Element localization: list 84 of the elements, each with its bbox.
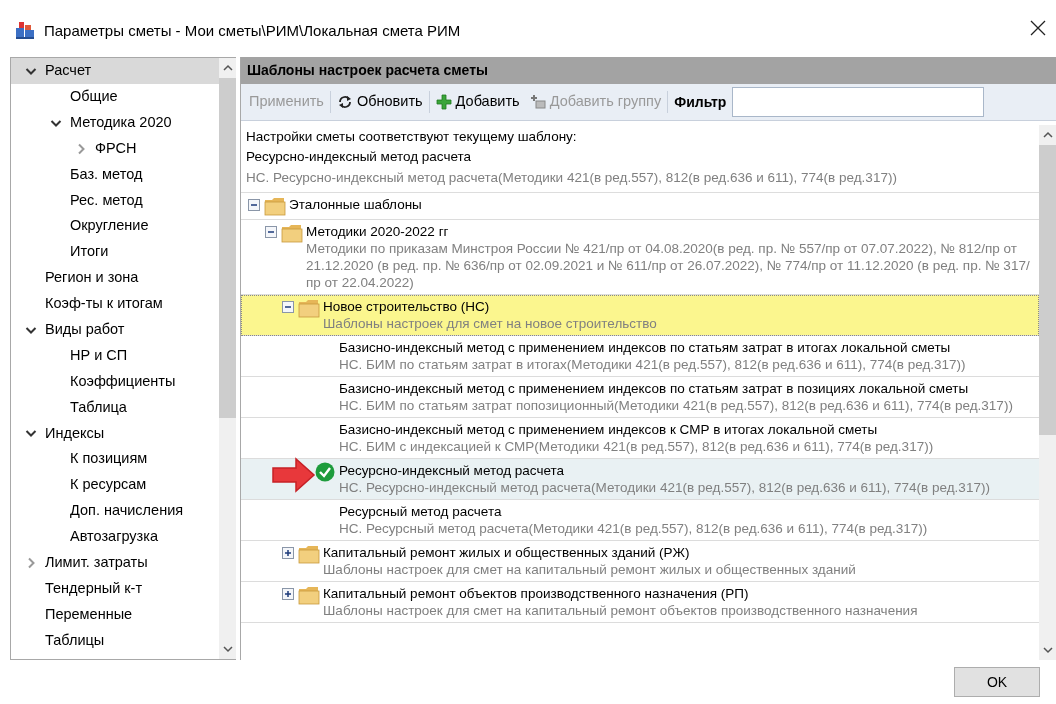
scrollbar-thumb[interactable] (219, 78, 236, 418)
tree-row[interactable]: Ресурсно-индексный метод расчета НС. Ресурсно-индексный метод расчета(Методики 421(в ред.557), 812(в ред.636 и 611), 774(в ред.317)) (241, 458, 1039, 500)
expand-icon[interactable] (282, 587, 294, 600)
sidebar-item[interactable]: Коэф-ты к итогам (11, 291, 219, 317)
add-group-icon (529, 94, 546, 110)
tree-row[interactable]: Новое строительство (НС) Шаблоны настроек для смет на новое строительство (241, 294, 1039, 336)
template-title: Ресурсно-индексный метод расчета (246, 148, 473, 167)
row-title: Базисно-индексный метод с применением индексов по статьям затрат в итогах локальной сметы (339, 338, 952, 356)
sidebar-item[interactable]: Расчет (11, 58, 219, 84)
tree-row[interactable]: Эталонные шаблоны (241, 192, 1039, 220)
sidebar-item[interactable]: К ресурсам (11, 472, 219, 499)
sidebar-item[interactable]: ФРСН (11, 135, 219, 162)
tree-scrollbar[interactable] (1039, 125, 1056, 660)
sidebar-item[interactable]: Виды работ (11, 316, 219, 343)
collapse-icon[interactable] (265, 225, 277, 238)
row-title: Базисно-индексный метод с применением индексов к СМР в итогах локальной сметы (339, 420, 879, 438)
sidebar-item[interactable]: Регион и зона (11, 265, 219, 291)
filter-field[interactable] (732, 87, 985, 117)
tree-row[interactable]: Капитальный ремонт жилых и общественных зданий (РЖ) Шаблоны настроек для смет на капитальный ремонт жилых и общественных зданий (241, 540, 1039, 582)
sidebar-item[interactable]: К позициям (11, 446, 219, 473)
folder-icon (298, 297, 320, 318)
folder-icon (298, 584, 320, 605)
sidebar-item[interactable]: Таблица (11, 394, 219, 421)
ok-button[interactable]: OK (954, 667, 1040, 697)
folder-icon (281, 222, 303, 243)
sidebar-item[interactable]: Переменные (11, 601, 219, 628)
status-text: Настройки сметы соответствуют текущему шаблону: (246, 128, 578, 146)
sidebar-item[interactable]: Итоги (11, 239, 219, 266)
app-icon (14, 20, 36, 40)
tree-row[interactable]: Капитальный ремонт объектов производственного назначения (РП) Шаблоны настроек для смет на капитальный ремонт объектов производственного назначения (241, 581, 1039, 623)
sidebar-item[interactable]: НР и СП (11, 342, 219, 369)
sidebar-scrollbar[interactable] (219, 58, 236, 659)
row-description: НС. БИМ по статьям затрат в итогах(Методики 421(в ред.557), 812(в ред.636 и 611), 774(в ред.317)) (339, 355, 966, 373)
row-title: Методики 2020-2022 гг (306, 222, 450, 240)
panel-header: Шаблоны настроек расчета сметы (241, 57, 1056, 84)
window-title: Параметры сметы - Мои сметы\РИМ\Локальная смета РИМ (44, 21, 461, 41)
row-description: Шаблоны настроек для смет на новое строительство (323, 314, 657, 332)
scrollbar-thumb[interactable] (1039, 145, 1056, 435)
sidebar-item[interactable]: Доп. начисления (11, 498, 219, 525)
sidebar-item[interactable]: Округление (11, 213, 219, 240)
tree-row[interactable]: Ресурсный метод расчета НС. Ресурсный метод расчета(Методики 421(в ред.557), 812(в ред.636 и 611), 774(в ред.317)) (241, 499, 1039, 541)
pointer-arrow-icon (272, 456, 316, 493)
scroll-down-icon[interactable] (221, 643, 234, 655)
row-title: Капитальный ремонт жилых и общественных зданий (РЖ) (323, 543, 691, 561)
row-title: Ресурсно-индексный метод расчета (339, 461, 566, 479)
sidebar-item[interactable]: Таблицы (11, 627, 219, 654)
close-icon[interactable] (1030, 20, 1046, 36)
folder-icon (298, 543, 320, 564)
row-title: Ресурсный метод расчета (339, 502, 503, 520)
folder-icon (264, 195, 286, 216)
template-description: НС. Ресурсно-индексный метод расчета(Методики 421(в ред.557), 812(в ред.636 и 611), 774(в ред.317)) (246, 168, 898, 187)
row-title: Новое строительство (НС) (323, 297, 491, 315)
sidebar-item[interactable]: Автозагрузка (11, 524, 219, 550)
toolbar-button[interactable]: Добавить (431, 89, 524, 115)
collapse-icon[interactable] (282, 300, 294, 313)
tree-row[interactable]: Базисно-индексный метод с применением индексов к СМР в итогах локальной сметы НС. БИМ с индексацией к СМР(Методики 421(в ред.557), 812(в ред.636 и 611), 774(в ред.317)) (241, 417, 1039, 459)
refresh-icon (336, 94, 353, 110)
tree-row[interactable]: Базисно-индексный метод с применением индексов по статьям затрат в позициях локальной сметы НС. БИМ по статьям затрат попозиционный(Методики 421(в ред.557), 812(в ред.636 и 611), 774(в ред.317)) (241, 376, 1039, 418)
filter-label: Фильтр (673, 92, 728, 112)
sidebar-item[interactable]: Лимит. затраты (11, 549, 219, 576)
row-description: НС. БИМ по статьям затрат попозиционный(Методики 421(в ред.557), 812(в ред.636 и 611), 774(в ред.317)) (339, 396, 1013, 414)
row-title: Базисно-индексный метод с применением индексов по статьям затрат в позициях локальной сметы (339, 379, 970, 397)
expand-icon[interactable] (282, 546, 294, 559)
scroll-down-icon[interactable] (1041, 644, 1054, 656)
sidebar-item[interactable]: Коэффициенты (11, 368, 219, 395)
sidebar-item[interactable]: Тендерный к-т (11, 575, 219, 602)
collapse-icon[interactable] (248, 198, 260, 211)
row-description: Шаблоны настроек для смет на капитальный ремонт жилых и общественных зданий (323, 560, 856, 578)
toolbar-button[interactable]: Обновить (332, 89, 427, 115)
row-description: Шаблоны настроек для смет на капитальный ремонт объектов производственного назначения (323, 601, 918, 619)
row-description: НС. Ресурсно-индексный метод расчета(Методики 421(в ред.557), 812(в ред.636 и 611), 774(в ред.317)) (339, 478, 990, 496)
sidebar-item[interactable]: Индексы (11, 420, 219, 447)
row-title: Капитальный ремонт объектов производственного назначения (РП) (323, 584, 750, 602)
sidebar-item[interactable]: Методика 2020 (11, 109, 219, 136)
check-icon (315, 461, 335, 482)
tree-row[interactable]: Базисно-индексный метод с применением индексов по статьям затрат в итогах локальной сметы НС. БИМ по статьям затрат в итогах(Методики 421(в ред.557), 812(в ред.636 и 611), 774(в ред.317)) (241, 335, 1039, 377)
row-description: Методики по приказам Минстроя России № 421/пр от 04.08.2020(в ред. пр. № 557/пр от 07.07.2022), № 812/пр от 21.12.2020 (в ред. пр. № 636/пр от 02.09.2021 и № 611/пр от 26.07.2022), № 774/пр от 11.12.2020 (в ред. пр. № 317/пр от 22.04.2022) (306, 239, 1031, 291)
sidebar-item[interactable]: Рес. метод (11, 187, 219, 214)
row-title: Эталонные шаблоны (289, 195, 422, 213)
row-description: НС. Ресурсный метод расчета(Методики 421(в ред.557), 812(в ред.636 и 611), 774(в ред.317)) (339, 519, 928, 537)
row-description: НС. БИМ с индексацией к СМР(Методики 421(в ред.557), 812(в ред.636 и 611), 774(в ред.317)) (339, 437, 934, 455)
sidebar-item[interactable]: Общие (11, 83, 219, 110)
sidebar-item[interactable]: Баз. метод (11, 161, 219, 188)
plus-icon (435, 94, 452, 110)
